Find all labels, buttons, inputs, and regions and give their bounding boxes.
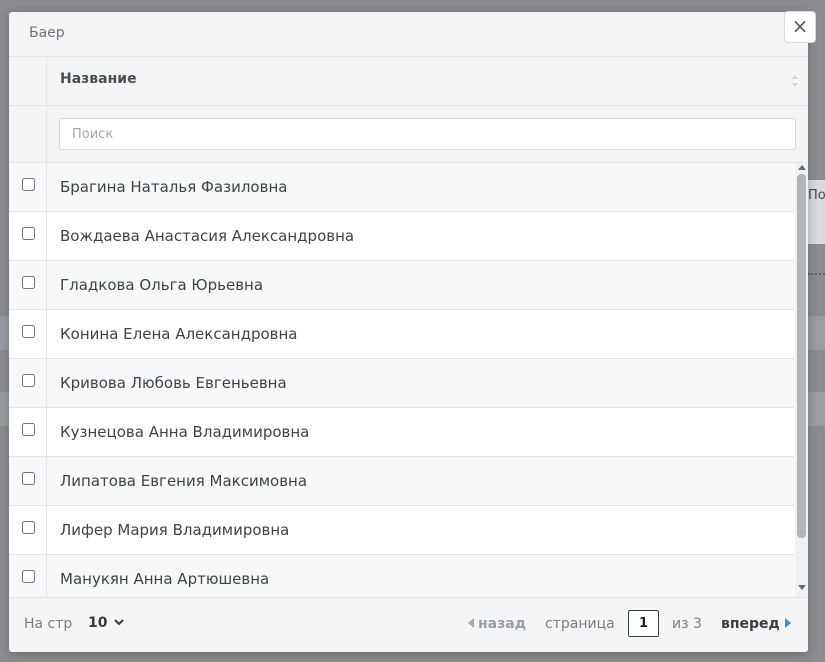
search-input[interactable]	[59, 118, 796, 150]
row-checkbox[interactable]	[22, 227, 35, 240]
close-button[interactable]: ×	[784, 11, 816, 43]
row-name: Манукян Анна Артюшевна	[60, 570, 270, 588]
row-check-cell	[9, 261, 47, 309]
triangle-right-icon	[784, 618, 791, 628]
row-checkbox[interactable]	[22, 276, 35, 289]
column-header-name[interactable]: Название	[60, 71, 137, 87]
table-row[interactable]: Гладкова Ольга Юрьевна	[9, 261, 794, 310]
background-divider	[808, 273, 825, 275]
page-number-input[interactable]	[628, 610, 659, 637]
next-page-button[interactable]: вперед	[721, 616, 791, 632]
close-icon: ×	[791, 14, 809, 38]
table-row[interactable]: Манукян Анна Артюшевна	[9, 555, 794, 597]
row-check-cell	[9, 310, 47, 358]
row-name: Лифер Мария Владимировна	[60, 521, 290, 539]
per-page-label: На стр	[24, 616, 73, 632]
row-name: Кузнецова Анна Владимировна	[60, 423, 310, 441]
row-checkbox[interactable]	[22, 325, 35, 338]
row-check-cell	[9, 457, 47, 505]
row-check-cell	[9, 408, 47, 456]
table-row[interactable]: Липатова Евгения Максимовна	[9, 457, 794, 506]
row-name: Конина Елена Александровна	[60, 325, 298, 343]
row-checkbox[interactable]	[22, 521, 35, 534]
background-input: По	[808, 180, 825, 244]
row-checkbox[interactable]	[22, 570, 35, 583]
table-header: Название	[9, 57, 808, 106]
row-name: Вождаева Анастасия Александровна	[60, 227, 355, 245]
row-check-cell	[9, 506, 47, 554]
scrollbar[interactable]	[795, 163, 808, 597]
row-check-cell	[9, 212, 47, 260]
per-page-value: 10	[88, 615, 108, 631]
prev-page-label: назад	[478, 616, 527, 632]
row-checkbox[interactable]	[22, 472, 35, 485]
table-row[interactable]: Вождаева Анастасия Александровна	[9, 212, 794, 261]
next-page-label: вперед	[721, 616, 780, 632]
row-name: Брагина Наталья Фазиловна	[60, 178, 288, 196]
modal-title: Баер	[29, 25, 65, 41]
modal-header: Баер	[9, 12, 808, 57]
filter-check-cell	[9, 106, 47, 162]
prev-page-button[interactable]: назад	[468, 616, 526, 632]
triangle-left-icon	[468, 618, 474, 628]
row-check-cell	[9, 359, 47, 407]
table-body: Брагина Наталья Фазиловна Вождаева Анаста…	[9, 163, 794, 597]
scroll-thumb[interactable]	[797, 174, 806, 538]
sort-icon[interactable]	[791, 74, 799, 88]
row-name: Гладкова Ольга Юрьевна	[60, 276, 264, 294]
table-row[interactable]: Лифер Мария Владимировна	[9, 506, 794, 555]
table-row[interactable]: Кривова Любовь Евгеньевна	[9, 359, 794, 408]
per-page-select[interactable]: 10	[88, 615, 125, 631]
row-check-cell	[9, 163, 47, 211]
row-checkbox[interactable]	[22, 374, 35, 387]
row-name: Липатова Евгения Максимовна	[60, 472, 308, 490]
row-checkbox[interactable]	[22, 423, 35, 436]
filter-row	[9, 106, 808, 163]
page-label: страница	[545, 616, 615, 632]
table-row[interactable]: Кузнецова Анна Владимировна	[9, 408, 794, 457]
header-check-cell	[9, 57, 47, 105]
chevron-down-icon	[114, 619, 125, 626]
row-check-cell	[9, 555, 47, 597]
buyer-select-modal: Баер Название Брагина Наталья Фазиловна В…	[9, 12, 808, 652]
scroll-up-arrow-icon[interactable]	[798, 165, 806, 170]
row-name: Кривова Любовь Евгеньевна	[60, 374, 287, 392]
scroll-down-arrow-icon[interactable]	[798, 585, 806, 590]
total-pages-label: из 3	[672, 616, 702, 632]
table-row[interactable]: Брагина Наталья Фазиловна	[9, 163, 794, 212]
table-row[interactable]: Конина Елена Александровна	[9, 310, 794, 359]
row-checkbox[interactable]	[22, 178, 35, 191]
pagination-bar: На стр 10 назад страница из 3 вперед	[9, 597, 808, 652]
